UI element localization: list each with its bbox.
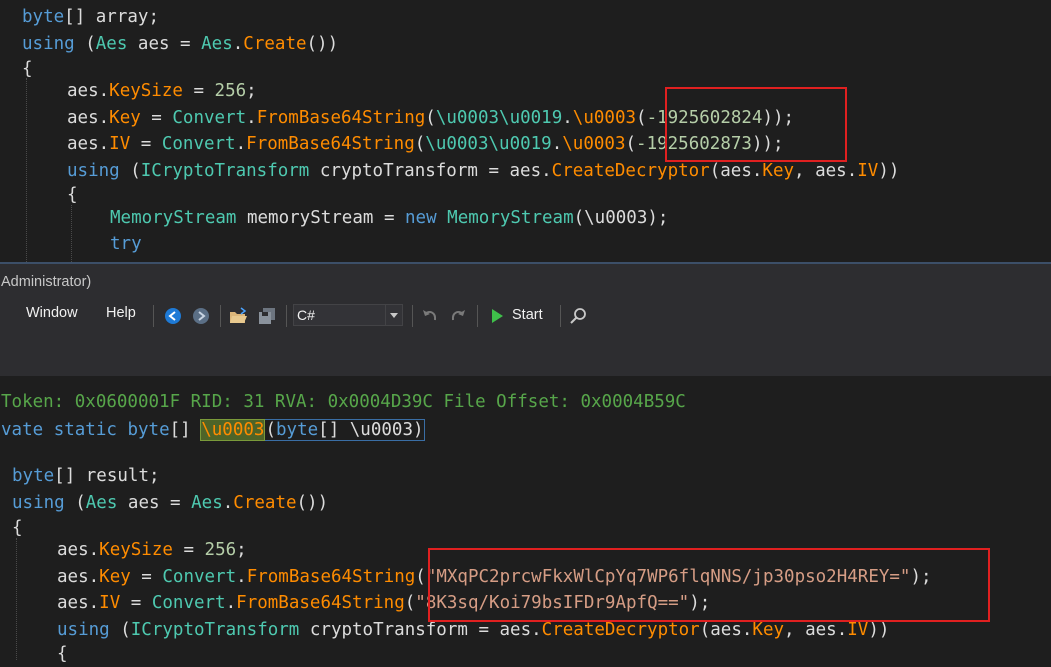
- start-button[interactable]: Start: [512, 307, 543, 323]
- token-comment: Token: 0x0600001F RID: 31 RVA: 0x0004D39…: [1, 392, 686, 412]
- code-line: byte[] result;: [12, 466, 160, 486]
- code-line: {: [12, 518, 23, 538]
- toolbar-separator: [286, 305, 287, 327]
- window-title: Administrator): [1, 274, 92, 290]
- code-line: {: [57, 644, 68, 664]
- toolbar-separator: [477, 305, 478, 327]
- language-select-value: C#: [297, 307, 315, 323]
- back-icon[interactable]: [163, 306, 183, 326]
- method-signature: vate static byte[] \u0003(byte[] \u0003): [1, 419, 425, 441]
- annotation-box-bottom: [428, 548, 990, 622]
- toolbar-separator: [412, 305, 413, 327]
- code-line: using (Aes aes = Aes.Create()): [22, 34, 339, 54]
- undo-icon[interactable]: [420, 306, 440, 326]
- top-code-editor[interactable]: byte[] array; using (Aes aes = Aes.Creat…: [0, 0, 1051, 262]
- code-line: {: [22, 59, 33, 79]
- play-icon[interactable]: [487, 306, 507, 326]
- menu-window[interactable]: Window: [26, 305, 78, 321]
- language-select[interactable]: C#: [293, 304, 403, 326]
- chevron-down-icon[interactable]: [385, 305, 402, 325]
- code-line: using (Aes aes = Aes.Create()): [12, 493, 329, 513]
- forward-icon[interactable]: [191, 306, 211, 326]
- code-line: MemoryStream memoryStream = new MemorySt…: [110, 208, 669, 228]
- code-line: byte[] array;: [22, 7, 159, 27]
- save-all-icon[interactable]: [257, 306, 277, 326]
- redo-icon[interactable]: [448, 306, 468, 326]
- open-folder-icon[interactable]: [228, 306, 248, 326]
- toolbar-separator: [220, 305, 221, 327]
- search-icon[interactable]: [568, 306, 588, 326]
- parameter-list: (byte[] \u0003): [264, 419, 425, 441]
- code-line: aes.KeySize = 256;: [57, 540, 247, 560]
- indent-guide: [71, 205, 72, 262]
- indent-guide: [26, 78, 27, 262]
- indent-guide: [16, 538, 17, 660]
- annotation-box-top: [665, 87, 847, 162]
- method-name-highlight[interactable]: \u0003: [200, 419, 266, 441]
- menu-help[interactable]: Help: [106, 305, 136, 321]
- toolbar-separator: [560, 305, 561, 327]
- toolbar-separator: [153, 305, 154, 327]
- code-line: {: [67, 185, 78, 205]
- code-line: aes.KeySize = 256;: [67, 81, 257, 101]
- code-line: try: [110, 234, 142, 254]
